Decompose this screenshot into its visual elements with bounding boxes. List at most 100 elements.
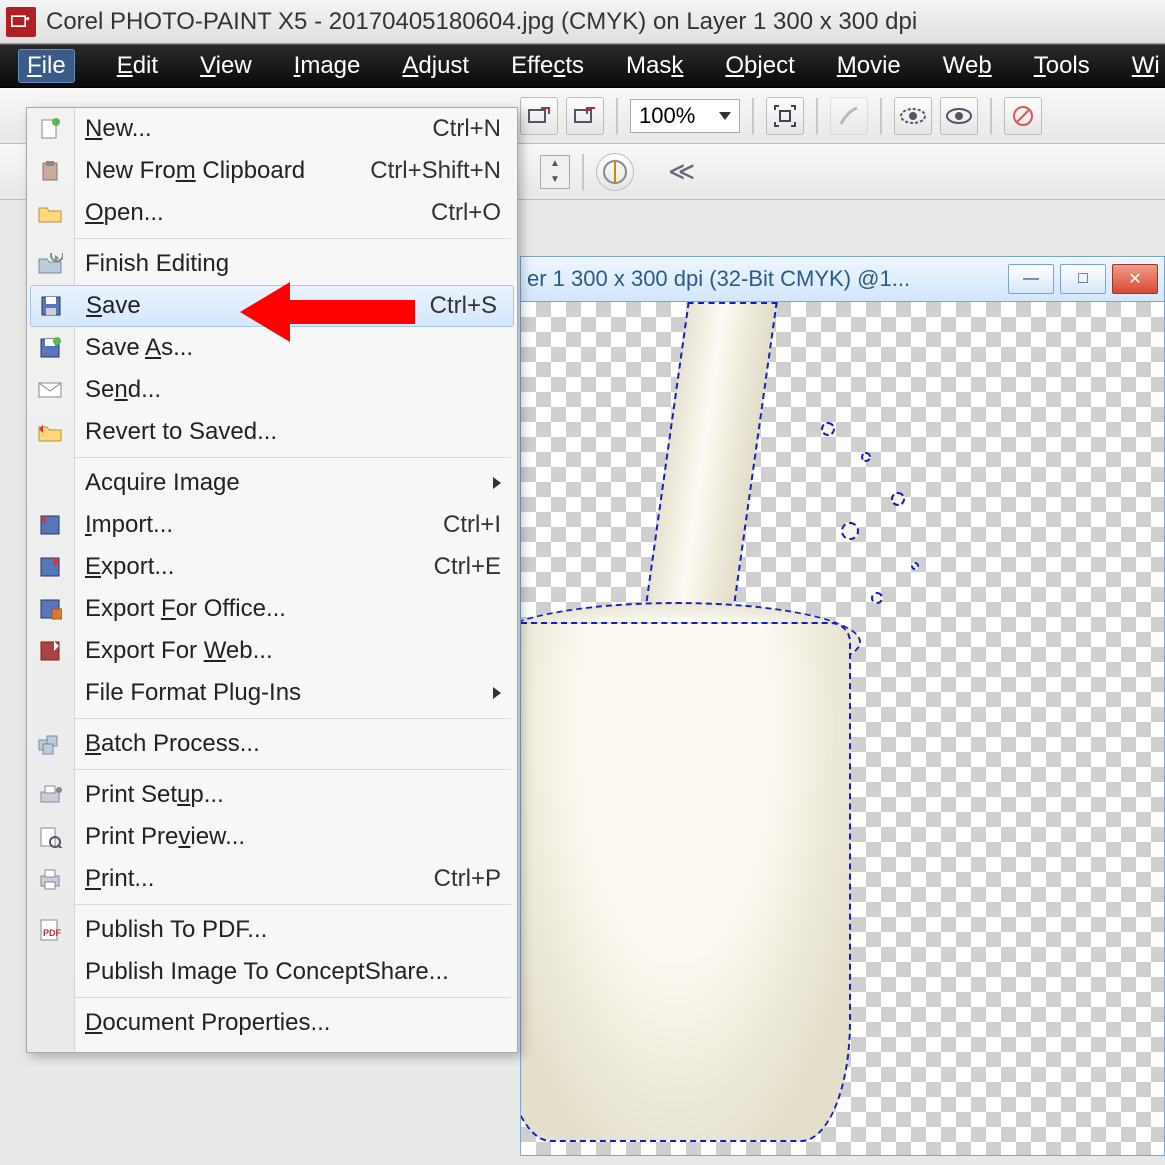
svg-text:PDF: PDF [43,928,62,938]
menu-item-label: Acquire Image [85,469,240,497]
menu-view[interactable]: View [200,52,252,80]
fullscreen-btn[interactable] [766,97,804,135]
menu-item-export-for-office[interactable]: Export For Office... [27,588,517,630]
menu-file[interactable]: File [18,49,75,83]
menu-shortcut: Ctrl+N [432,115,501,143]
clipboard-icon [35,157,65,185]
app-icon [6,7,36,37]
toolbar-btn-a[interactable] [520,97,558,135]
menu-tools[interactable]: Tools [1034,52,1090,80]
brush-btn [830,97,868,135]
menu-item-publish-image-to-conceptshare[interactable]: Publish Image To ConceptShare... [27,951,517,993]
menu-item-import[interactable]: Import... Ctrl+I [27,504,517,546]
menu-object[interactable]: Object [725,52,794,80]
menu-item-label: Revert to Saved... [85,418,277,446]
annotation-arrow [240,272,420,352]
menu-item-open[interactable]: Open... Ctrl+O [27,192,517,234]
menu-item-label: Publish To PDF... [85,916,267,944]
title-bar: Corel PHOTO-PAINT X5 - 20170405180604.jp… [0,0,1165,44]
finish-icon [35,250,65,278]
maximize-button[interactable]: □ [1060,264,1106,294]
menu-bar: File Edit View Image Adjust Effects Mask… [0,44,1165,88]
menu-item-acquire-image[interactable]: Acquire Image [27,462,517,504]
pdf-icon: PDF [35,916,65,944]
eye-btn-2[interactable] [940,97,978,135]
menu-item-export[interactable]: Export...Ctrl+E [27,546,517,588]
toolbar-separator [816,98,818,134]
menu-separator [75,457,511,458]
menu-item-publish-to-pdf[interactable]: PDF Publish To PDF... [27,909,517,951]
exportoffice-icon [35,595,65,623]
menu-item-print-preview[interactable]: Print Preview... [27,816,517,858]
menu-item-print[interactable]: Print...Ctrl+P [27,858,517,900]
send-icon [35,376,65,404]
eye-btn-1[interactable] [894,97,932,135]
toolbar-btn-b[interactable] [566,97,604,135]
toolbar-separator [752,98,754,134]
export-icon [35,553,65,581]
window-title: Corel PHOTO-PAINT X5 - 20170405180604.jp… [46,8,917,36]
save-icon [36,292,66,320]
menu-item-label: New... [85,115,152,143]
menu-item-revert-to-saved[interactable]: Revert to Saved... [27,411,517,453]
saveas-icon [35,334,65,362]
menu-item-document-properties[interactable]: Document Properties... [27,1002,517,1044]
toolbar-separator [880,98,882,134]
doc-title-bar[interactable]: er 1 300 x 300 dpi (32-Bit CMYK) @1... —… [520,256,1165,302]
minimize-button[interactable]: — [1008,264,1054,294]
exportweb-icon [35,637,65,665]
menu-movie[interactable]: Movie [837,52,901,80]
open-icon [35,199,65,227]
toolbar-separator [990,98,992,134]
menu-separator [75,238,511,239]
menu-window[interactable]: Wi [1132,52,1160,80]
document-window: er 1 300 x 300 dpi (32-Bit CMYK) @1... —… [520,256,1165,1156]
menu-mask[interactable]: Mask [626,52,683,80]
menu-item-new[interactable]: New... Ctrl+N [27,108,517,150]
menu-shortcut: Ctrl+I [443,511,501,539]
spinner-control[interactable]: ▲▼ [540,155,570,189]
menu-adjust[interactable]: Adjust [402,52,469,80]
menu-item-label: Batch Process... [85,730,260,758]
menu-item-label: New From Clipboard [85,157,305,185]
menu-item-label: Open... [85,199,164,227]
menu-web[interactable]: Web [943,52,992,80]
image-content [520,302,881,1156]
menu-item-batch-process[interactable]: Batch Process... [27,723,517,765]
menu-item-send[interactable]: Send... [27,369,517,411]
canvas[interactable] [520,302,1165,1156]
menu-item-file-format-plug-ins[interactable]: File Format Plug-Ins [27,672,517,714]
submenu-arrow-icon [493,477,501,489]
menu-image[interactable]: Image [294,52,361,80]
no-btn[interactable] [1004,97,1042,135]
rewind-icon[interactable]: ≪ [668,156,695,187]
menu-item-label: Save As... [85,334,193,362]
zoom-value: 100% [639,103,719,129]
circle-tool-btn[interactable] [596,153,634,191]
revert-icon [35,418,65,446]
menu-shortcut: Ctrl+S [430,292,497,320]
menu-item-label: File Format Plug-Ins [85,679,301,707]
menu-item-label: Import... [85,511,173,539]
zoom-combo[interactable]: 100% [630,99,740,133]
menu-edit[interactable]: Edit [117,52,158,80]
menu-item-label: Export... [85,553,174,581]
menu-separator [75,997,511,998]
printpreview-icon [35,823,65,851]
menu-item-export-for-web[interactable]: Export For Web... [27,630,517,672]
menu-shortcut: Ctrl+Shift+N [370,157,501,185]
printsetup-icon [35,781,65,809]
menu-item-new-from-clipboard[interactable]: New From Clipboard Ctrl+Shift+N [27,150,517,192]
close-button[interactable]: ✕ [1112,264,1158,294]
menu-item-print-setup[interactable]: Print Setup... [27,774,517,816]
menu-effects[interactable]: Effects [511,52,584,80]
doc-window-title: er 1 300 x 300 dpi (32-Bit CMYK) @1... [527,266,1002,292]
new-icon [35,115,65,143]
file-menu-dropdown: New... Ctrl+N New From Clipboard Ctrl+Shift… [26,107,518,1053]
dropdown-arrow-icon [719,112,731,120]
menu-shortcut: Ctrl+O [431,199,501,227]
print-icon [35,865,65,893]
menu-shortcut: Ctrl+P [434,865,501,893]
menu-item-label: Print Setup... [85,781,224,809]
menu-item-label: Export For Web... [85,637,273,665]
